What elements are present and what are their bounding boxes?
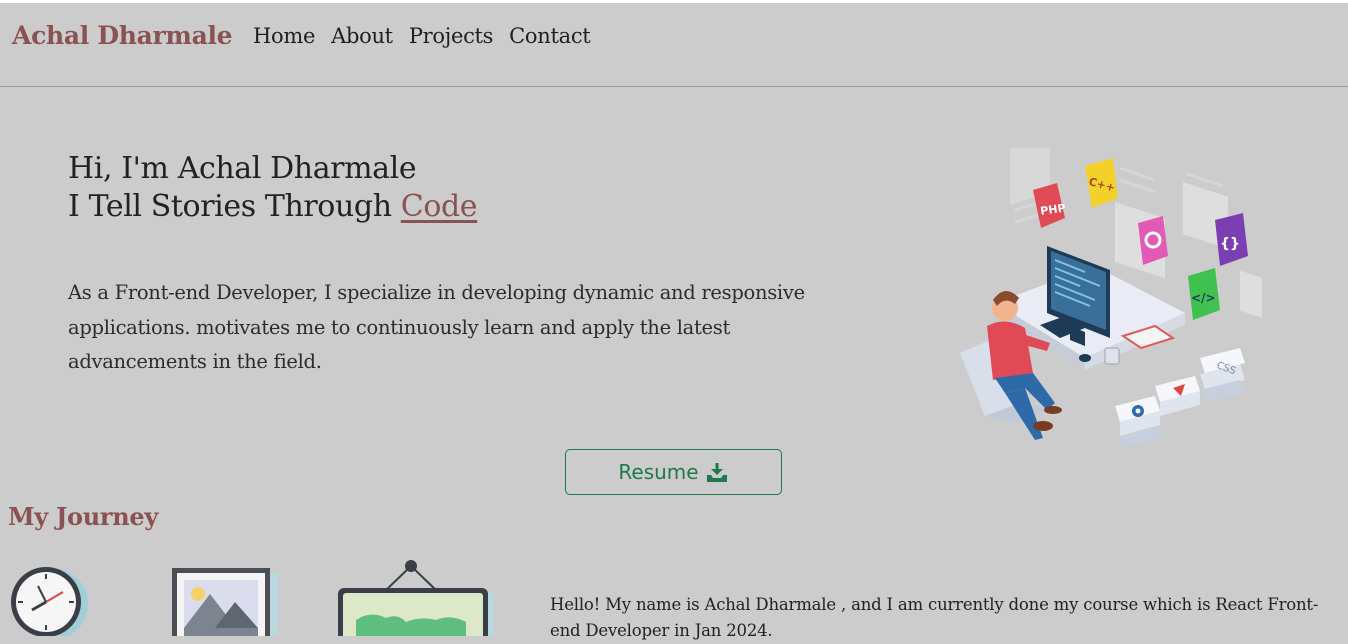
hero-greeting: Hi, I'm Achal Dharmale <box>68 151 417 186</box>
hero-heading: Hi, I'm Achal Dharmale I Tell Stories Th… <box>68 150 478 226</box>
hero-tagline-text: I Tell Stories Through <box>68 189 401 224</box>
nav-links: Home About Projects Contact <box>253 24 591 48</box>
nav-link-home[interactable]: Home <box>253 24 315 48</box>
code-highlight: Code <box>400 189 478 224</box>
developer-illustration: PHP C++ {} </> CSS <box>960 148 1262 448</box>
nav-link-projects[interactable]: Projects <box>409 24 494 48</box>
html-tag-badge: </> <box>1191 291 1216 305</box>
braces-badge: {} <box>1220 236 1240 252</box>
hero-description: As a Front-end Developer, I specialize i… <box>68 281 805 373</box>
resume-button[interactable]: Resume <box>565 449 782 495</box>
journey-heading: My Journey <box>8 502 158 531</box>
navbar: Achal Dharmale Home About Projects Conta… <box>0 3 1348 87</box>
world-map-icon <box>338 560 494 636</box>
brand-logo[interactable]: Achal Dharmale <box>12 21 233 50</box>
hero-tagline: I Tell Stories Through Code <box>68 188 478 226</box>
nav-link-contact[interactable]: Contact <box>509 24 591 48</box>
clock-icon <box>11 567 88 636</box>
resume-label: Resume <box>618 460 699 484</box>
journey-paragraph: Hello! My name is Achal Dharmale , and I… <box>550 595 1319 640</box>
nav-link-about[interactable]: About <box>331 24 393 48</box>
download-icon <box>706 463 727 482</box>
picture-frame-icon <box>172 568 278 636</box>
